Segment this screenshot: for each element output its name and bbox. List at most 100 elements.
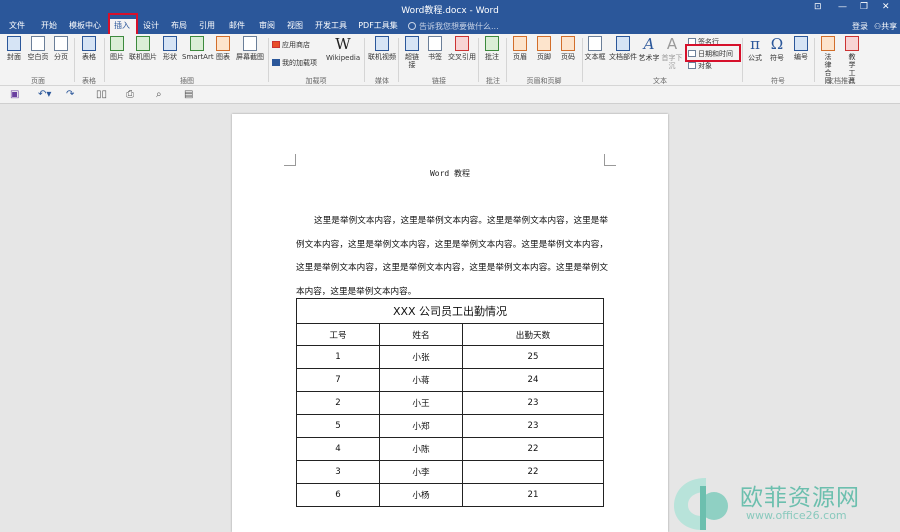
attendance-table: XXX 公司员工出勤情况 工号 姓名 出勤天数 1 小张 25 7 小蒋 24 2 小王 23 5… — [296, 298, 604, 507]
picture-button[interactable]: 图片 — [108, 36, 126, 61]
bookmark-icon — [428, 36, 442, 51]
layout-icon[interactable]: ▯▯ — [96, 89, 107, 101]
date-time-highlight — [685, 44, 741, 62]
header-button[interactable]: 页眉 — [510, 36, 530, 61]
table-row: 5 小郑 23 — [296, 414, 604, 438]
group-divider — [742, 38, 743, 82]
tab-view[interactable]: 视图 — [284, 20, 306, 34]
chart-button[interactable]: 图表 — [214, 36, 232, 61]
online-video-button[interactable]: 联机视频 — [368, 36, 396, 61]
legal-contract-icon — [821, 36, 835, 51]
zoom-icon[interactable]: ⌕ — [156, 89, 162, 101]
table-row: 4 小陈 22 — [296, 437, 604, 461]
header-icon — [513, 36, 527, 51]
group-divider — [364, 38, 365, 82]
redo-icon[interactable]: ↷ — [66, 89, 74, 101]
undo-icon[interactable]: ↶▾ — [38, 89, 51, 101]
bookmark-button[interactable]: 书签 — [426, 36, 444, 61]
tab-developer[interactable]: 开发工具 — [314, 20, 348, 34]
wikipedia-button[interactable]: W Wikipedia — [326, 36, 360, 63]
group-media-label: 媒体 — [375, 77, 389, 85]
tab-home[interactable]: 开始 — [38, 20, 60, 34]
wordart-button[interactable]: A 艺术字 — [638, 35, 660, 63]
group-pages-label: 页面 — [31, 77, 45, 85]
online-picture-button[interactable]: 联机图片 — [128, 36, 158, 61]
hyperlink-button[interactable]: 超链接 — [402, 36, 422, 69]
camera-icon — [243, 36, 257, 51]
print-preview-icon[interactable]: ⎙ — [126, 89, 134, 101]
tell-me-box[interactable]: 告诉我您想要做什么... — [408, 21, 499, 32]
page-break-icon — [54, 36, 68, 51]
page-header: Word 教程 — [429, 169, 471, 178]
cover-page-icon — [7, 36, 21, 51]
comment-icon — [485, 36, 499, 51]
table-button[interactable]: 表格 — [78, 36, 100, 61]
group-illustrations-label: 插图 — [180, 77, 194, 85]
my-addins-button[interactable]: 我的加载项 — [272, 58, 317, 68]
smartart-icon — [190, 36, 204, 51]
table-cell: 小王 — [379, 391, 463, 415]
table-icon — [82, 36, 96, 51]
close-button[interactable]: ✕ — [882, 2, 890, 12]
group-divider — [582, 38, 583, 82]
numbering-button[interactable]: 编号 — [792, 36, 810, 61]
login-link[interactable]: 登录 — [852, 21, 868, 32]
store-button[interactable]: 应用商店 — [272, 40, 310, 50]
restore-button[interactable]: ❐ — [860, 2, 868, 12]
screenshot-button[interactable]: 屏幕截图 — [234, 36, 266, 61]
footer-button[interactable]: 页脚 — [534, 36, 554, 61]
cross-reference-icon — [455, 36, 469, 51]
cross-reference-button[interactable]: 交叉引用 — [448, 36, 476, 61]
group-addins-label: 加载项 — [305, 77, 327, 85]
customize-icon[interactable]: ▤ — [184, 89, 193, 101]
picture-icon — [110, 36, 124, 51]
blank-page-icon — [31, 36, 45, 51]
tab-references[interactable]: 引用 — [196, 20, 218, 34]
ribbon: 封面 空白页 分页 页面 表格 表格 图片 联机图片 形状 SmartArt 图… — [0, 34, 900, 86]
group-divider — [104, 38, 105, 82]
table-cell: 2 — [296, 391, 380, 415]
table-cell: 3 — [296, 460, 380, 484]
cover-button[interactable]: 封面 — [4, 36, 24, 61]
tab-mailings[interactable]: 邮件 — [226, 20, 248, 34]
wordart-icon: A — [643, 35, 655, 53]
tab-file[interactable]: 文件 — [6, 20, 28, 34]
group-symbols-label: 符号 — [771, 77, 785, 85]
equation-button[interactable]: π 公式 — [746, 36, 764, 63]
table-cell: 小陈 — [379, 437, 463, 461]
page-number-icon — [561, 36, 575, 51]
tab-layout[interactable]: 布局 — [168, 20, 190, 34]
video-icon — [375, 36, 389, 51]
page-break-button[interactable]: 分页 — [52, 36, 70, 61]
tab-pdf-tools[interactable]: PDF工具集 — [356, 20, 400, 34]
page-number-button[interactable]: 页码 — [558, 36, 578, 61]
symbol-button[interactable]: Ω 符号 — [768, 35, 786, 63]
table-cell: 6 — [296, 483, 380, 507]
object-button[interactable]: 对象 — [688, 61, 712, 71]
footer-icon — [537, 36, 551, 51]
table-row: 3 小李 22 — [296, 460, 604, 484]
shapes-button[interactable]: 形状 — [160, 36, 180, 61]
ribbon-display-options-icon[interactable]: ⊡ — [814, 2, 822, 12]
table-header-cell: 姓名 — [379, 323, 463, 346]
table-caption: XXX 公司员工出勤情况 — [296, 298, 604, 324]
comment-button[interactable]: 批注 — [482, 36, 502, 61]
omega-icon: Ω — [770, 35, 784, 53]
tab-design[interactable]: 设计 — [140, 20, 162, 34]
save-icon[interactable]: ▣ — [10, 89, 19, 101]
tab-review[interactable]: 审阅 — [256, 20, 278, 34]
watermark-name: 欧菲资源网 — [740, 485, 860, 511]
blank-page-button[interactable]: 空白页 — [26, 36, 50, 61]
tab-template-center[interactable]: 模板中心 — [68, 20, 102, 34]
document-page[interactable]: Word 教程 这里是举例文本内容，这里是举例文本内容。这里是举例文本内容，这里… — [232, 114, 668, 532]
share-button[interactable]: ⚇共享 — [874, 21, 897, 32]
smartart-button[interactable]: SmartArt — [182, 36, 214, 61]
group-divider — [74, 38, 75, 82]
minimize-button[interactable]: — — [838, 2, 847, 12]
object-icon — [688, 62, 696, 69]
group-divider — [506, 38, 507, 82]
crop-mark-top-right — [604, 154, 616, 166]
quick-parts-button[interactable]: 文档部件 — [608, 36, 638, 61]
textbox-button[interactable]: 文本框 — [584, 36, 606, 61]
dropcap-button[interactable]: A 首字下沉 — [660, 36, 684, 71]
